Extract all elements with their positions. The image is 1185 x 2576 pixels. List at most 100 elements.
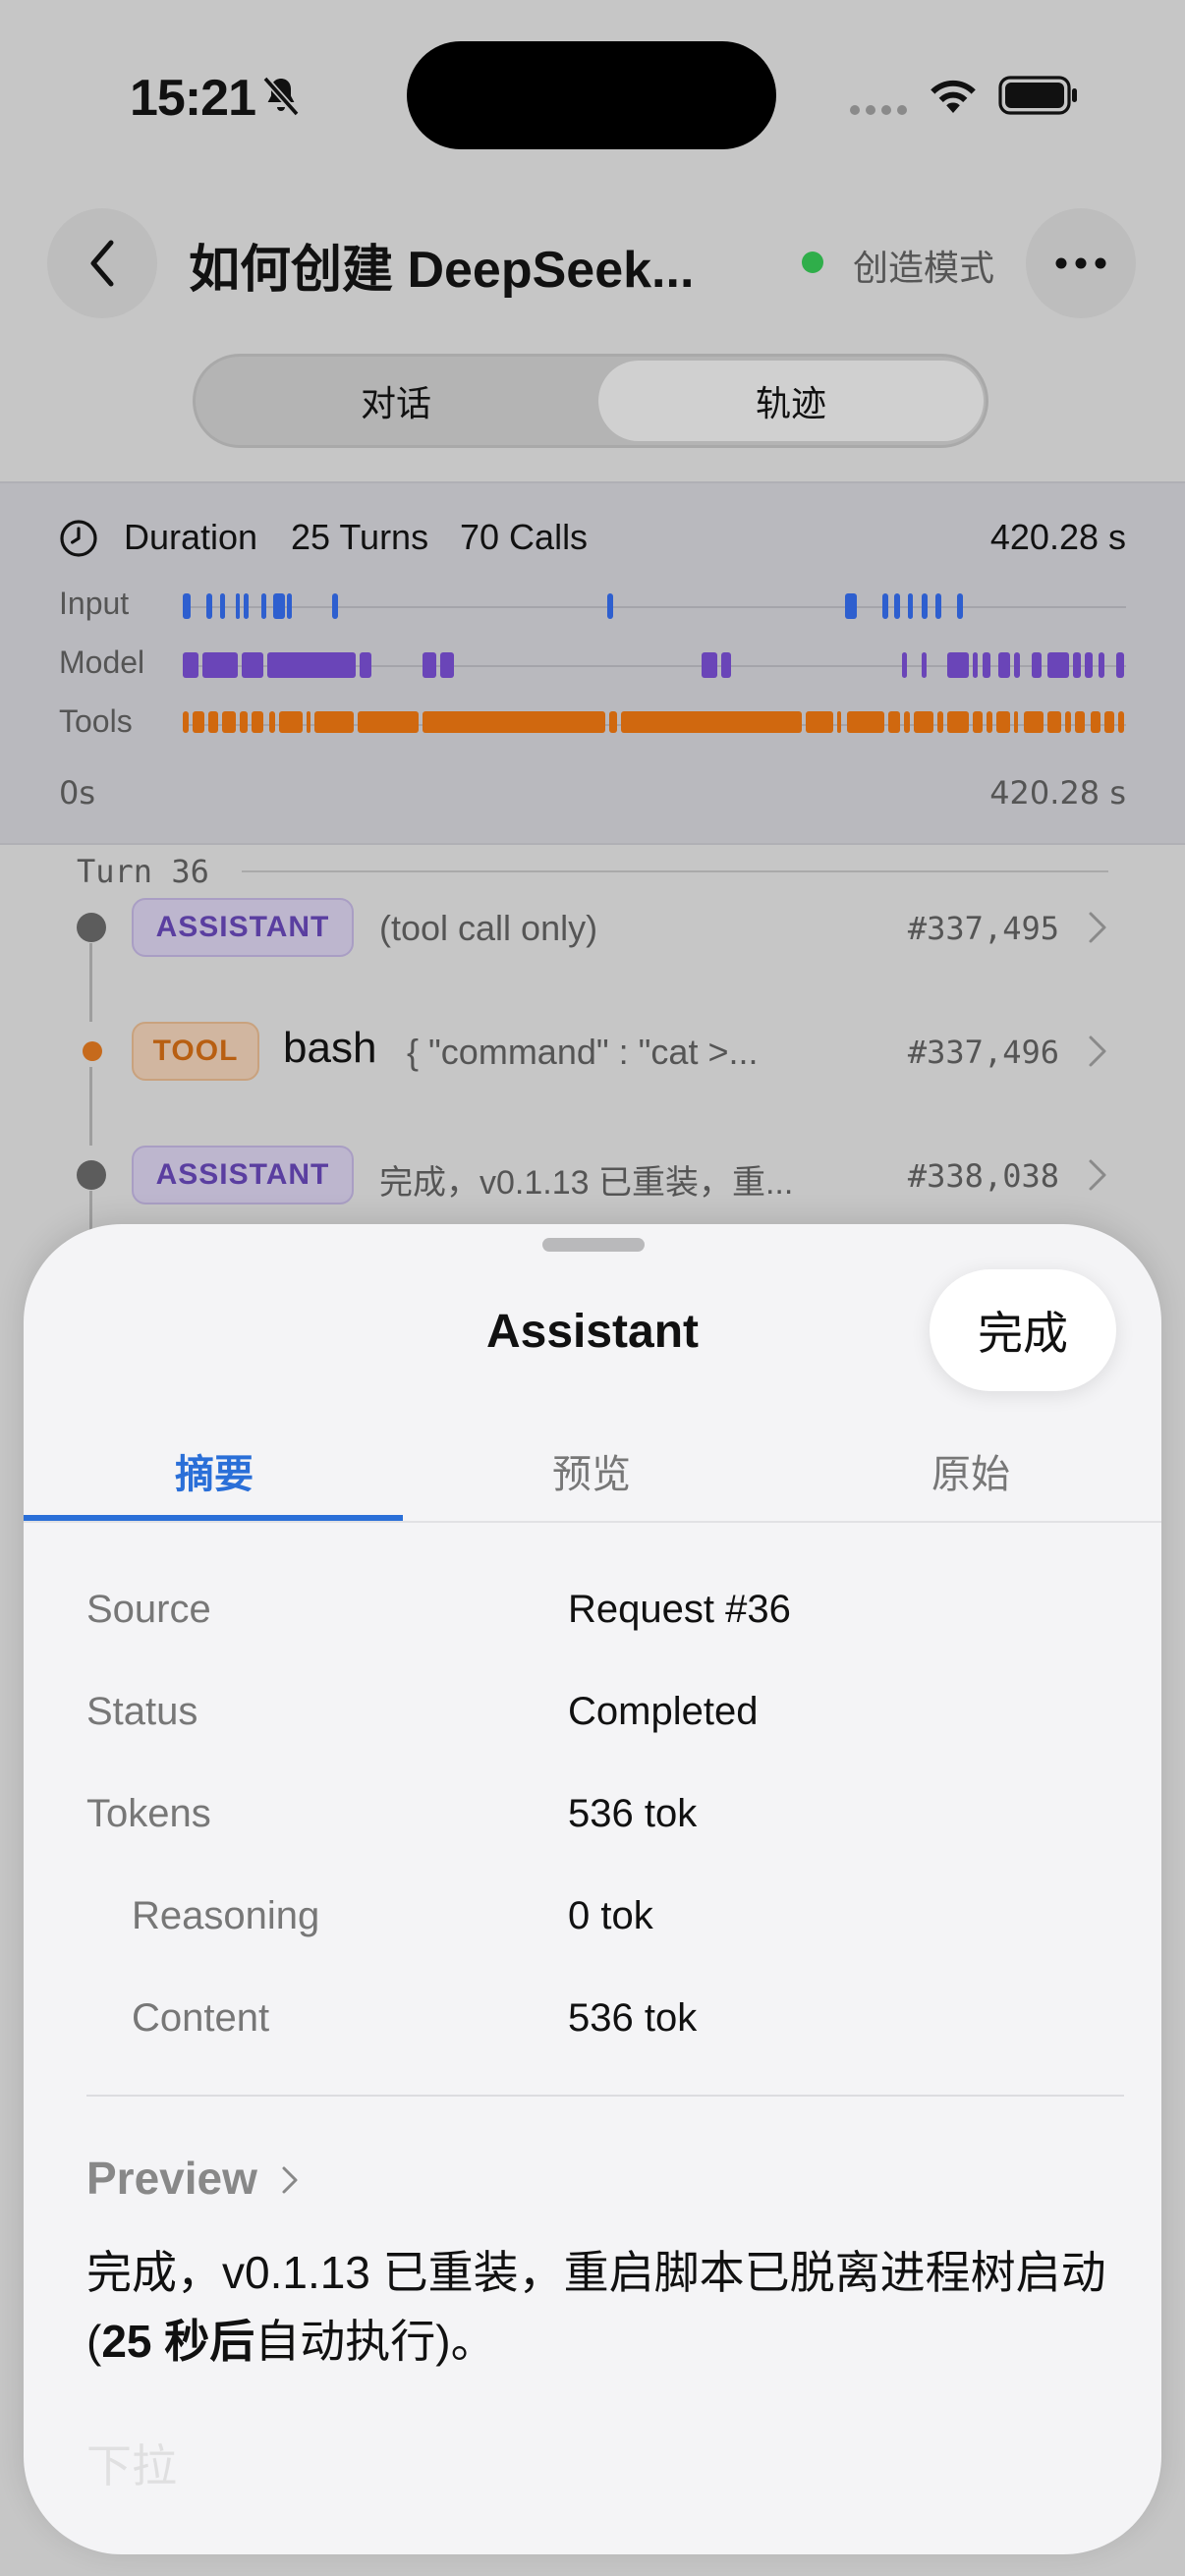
input-mark — [882, 593, 888, 619]
model-mark — [267, 652, 356, 678]
mode-label[interactable]: 创造模式 — [853, 240, 994, 291]
preview-label[interactable]: Preview — [86, 2152, 257, 2205]
trace-timeline: Duration 25 Turns 70 Calls 420.28 s Inpu… — [0, 481, 1185, 845]
model-mark — [1073, 652, 1081, 678]
lane-track-input — [183, 606, 1126, 608]
screen: 15:21 如何创建 DeepSeek... 创造模式 对话 轨迹 Durati… — [0, 0, 1185, 2576]
input-mark — [607, 593, 613, 619]
bell-muted-icon — [262, 76, 300, 117]
model-mark — [1085, 652, 1093, 678]
model-mark — [947, 652, 969, 678]
dynamic-island — [407, 41, 776, 149]
model-mark — [183, 652, 198, 678]
tools-mark — [222, 711, 236, 733]
tools-mark — [888, 711, 900, 733]
model-mark — [1032, 652, 1042, 678]
event-dot — [77, 1160, 106, 1190]
timeline-connector — [89, 1067, 92, 1146]
status-time: 15:21 — [130, 70, 256, 127]
faded-overflow-text: 下拉 — [86, 2440, 177, 2492]
row-key-source: Source — [86, 1588, 211, 1631]
role-badge: TOOL — [132, 1022, 259, 1081]
model-mark — [702, 652, 717, 678]
role-badge: ASSISTANT — [132, 1146, 354, 1204]
detail-sheet: Assistant 完成 摘要 预览 原始 Source Request #36… — [24, 1224, 1161, 2554]
turn-divider — [242, 870, 1108, 872]
tools-mark — [937, 711, 943, 733]
row-key-content: Content — [132, 1996, 270, 2040]
model-mark — [202, 652, 238, 678]
signal-dots-icon — [850, 105, 907, 115]
tools-mark — [947, 711, 969, 733]
model-mark — [360, 652, 371, 678]
input-mark — [845, 593, 857, 619]
model-mark — [983, 652, 990, 678]
tools-mark — [996, 711, 1010, 733]
clock-icon — [60, 520, 97, 557]
tools-mark — [183, 711, 189, 733]
back-button[interactable] — [47, 208, 157, 318]
model-mark — [1116, 652, 1124, 678]
model-mark — [423, 652, 436, 678]
axis-end: 420.28 s — [989, 774, 1126, 812]
tool-name: bash — [283, 1024, 377, 1072]
axis-start: 0s — [59, 774, 96, 812]
tools-mark — [973, 711, 983, 733]
tab-raw[interactable]: 原始 — [782, 1442, 1159, 1499]
turn-label: Turn 36 — [77, 853, 209, 890]
role-badge: ASSISTANT — [132, 898, 354, 957]
preview-text: 完成，v0.1.13 已重装，重启脚本已脱离进程树启动 (25 秒后自动执行)。 — [86, 2247, 1106, 2367]
input-mark — [287, 593, 292, 619]
tab-divider — [24, 1521, 1161, 1523]
input-mark — [183, 593, 191, 619]
more-button[interactable] — [1026, 208, 1136, 318]
mode-status-dot — [802, 252, 823, 273]
turns-count: 25 Turns — [291, 517, 429, 557]
timeline-connector — [89, 1191, 92, 1230]
row-value-tokens: 536 tok — [568, 1792, 698, 1835]
model-mark — [1047, 652, 1069, 678]
tools-mark — [252, 711, 263, 733]
tools-mark — [1118, 711, 1124, 733]
tools-mark — [621, 711, 802, 733]
timeline-connector — [89, 943, 92, 1022]
input-mark — [894, 593, 900, 619]
total-duration: 420.28 s — [989, 517, 1126, 557]
input-mark — [922, 593, 928, 619]
input-mark — [957, 593, 963, 619]
tools-mark — [423, 711, 605, 733]
tab-summary[interactable]: 摘要 — [26, 1442, 403, 1499]
lane-label-model: Model — [59, 644, 145, 680]
row-value-source: Request #36 — [568, 1588, 791, 1631]
model-mark — [902, 652, 907, 678]
tools-mark — [847, 711, 884, 733]
model-mark — [721, 652, 731, 678]
tools-mark — [1024, 711, 1044, 733]
tools-mark — [914, 711, 933, 733]
tools-mark — [904, 711, 910, 733]
tab-preview[interactable]: 预览 — [403, 1442, 780, 1499]
wifi-icon — [931, 80, 976, 113]
row-key-tokens: Tokens — [86, 1792, 211, 1835]
model-mark — [998, 652, 1010, 678]
tools-mark — [1014, 711, 1018, 733]
sheet-grabber[interactable] — [542, 1238, 645, 1252]
lane-label-input: Input — [59, 586, 130, 621]
segment-conversation[interactable]: 对话 — [199, 357, 592, 445]
lane-label-tools: Tools — [59, 703, 133, 739]
input-mark — [206, 593, 212, 619]
page-title: 如何创建 DeepSeek... — [189, 242, 695, 299]
section-divider — [86, 2095, 1124, 2097]
row-value-status: Completed — [568, 1690, 759, 1733]
tools-mark — [987, 711, 992, 733]
event-summary: 完成，v0.1.13 已重装，重... — [379, 1164, 794, 1202]
tools-mark — [1047, 711, 1061, 733]
event-summary: (tool call only) — [379, 908, 598, 948]
event-number: #338,038 — [907, 1157, 1059, 1195]
model-mark — [1099, 652, 1104, 678]
done-button[interactable]: 完成 — [930, 1269, 1116, 1391]
input-mark — [220, 593, 225, 619]
segment-trace[interactable]: 轨迹 — [598, 361, 984, 441]
tools-mark — [208, 711, 218, 733]
tools-mark — [269, 711, 275, 733]
